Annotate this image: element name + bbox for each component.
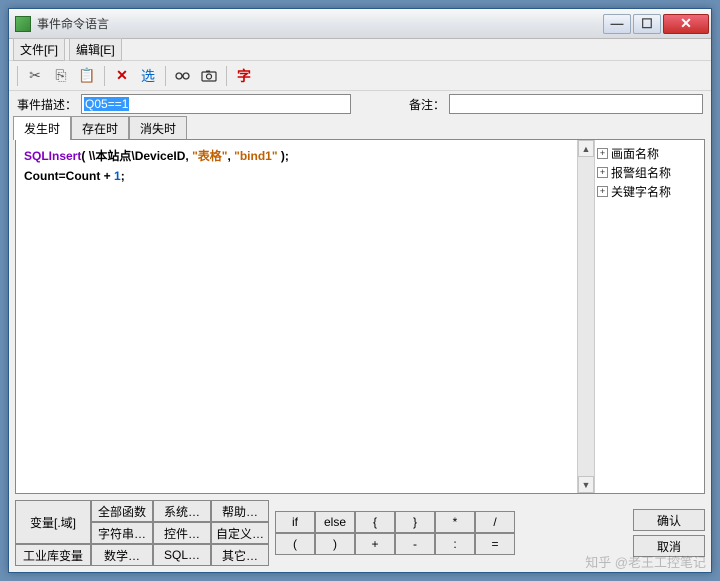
cancel-button[interactable]: 取消 [633, 535, 705, 557]
desc-label: 事件描述： [17, 96, 77, 113]
menu-edit[interactable]: 编辑[E] [69, 38, 122, 61]
op-minus[interactable]: - [395, 533, 435, 555]
menu-file[interactable]: 文件[F] [13, 38, 65, 61]
tab-row: 发生时 存在时 消失时 [9, 117, 711, 139]
tree-item-alarm[interactable]: +报警组名称 [597, 163, 702, 182]
expand-icon[interactable]: + [597, 148, 608, 159]
cat-var-field[interactable]: 变量[.域] [15, 500, 91, 544]
close-button[interactable]: ✕ [663, 14, 709, 34]
tab-on-occur[interactable]: 发生时 [13, 116, 71, 140]
cat-help[interactable]: 帮助… [211, 500, 269, 522]
window-title: 事件命令语言 [37, 15, 601, 32]
tab-on-exist[interactable]: 存在时 [71, 116, 129, 140]
code-editor[interactable]: SQLInsert( \\本站点\DeviceID, "表格", "bind1"… [16, 140, 577, 493]
app-icon [15, 16, 31, 32]
expand-icon[interactable]: + [597, 186, 608, 197]
op-lbrace[interactable]: { [355, 511, 395, 533]
menubar: 文件[F] 编辑[E] [9, 39, 711, 61]
delete-icon[interactable]: ✕ [111, 65, 133, 87]
cat-system[interactable]: 系统… [153, 500, 211, 522]
field-row: 事件描述： Q05==1 备注： [9, 91, 711, 117]
op-eq[interactable]: = [475, 533, 515, 555]
category-grid: 变量[.域] 全部函数 系统… 帮助… 字符串… 控件… 自定义… 工业库变量 … [15, 500, 269, 566]
camera-icon[interactable] [198, 65, 220, 87]
tab-on-disappear[interactable]: 消失时 [129, 116, 187, 140]
cat-control[interactable]: 控件… [153, 522, 211, 544]
op-mul[interactable]: * [435, 511, 475, 533]
op-else[interactable]: else [315, 511, 355, 533]
op-if[interactable]: if [275, 511, 315, 533]
expand-icon[interactable]: + [597, 167, 608, 178]
scroll-up-icon[interactable]: ▲ [578, 140, 594, 157]
toolbar: ✂ ⎘ 📋 ✕ 选 字 [9, 61, 711, 91]
select-button[interactable]: 选 [137, 65, 159, 87]
find-icon[interactable] [172, 65, 194, 87]
app-window: 事件命令语言 — ☐ ✕ 文件[F] 编辑[E] ✂ ⎘ 📋 ✕ 选 字 事件描… [8, 8, 712, 573]
cat-string[interactable]: 字符串… [91, 522, 153, 544]
copy-icon[interactable]: ⎘ [50, 65, 72, 87]
cut-icon[interactable]: ✂ [24, 65, 46, 87]
editor-scrollbar[interactable]: ▲ ▼ [577, 140, 594, 493]
ok-button[interactable]: 确认 [633, 509, 705, 531]
cat-all-func[interactable]: 全部函数 [91, 500, 153, 522]
op-rbrace[interactable]: } [395, 511, 435, 533]
work-area: SQLInsert( \\本站点\DeviceID, "表格", "bind1"… [15, 139, 705, 494]
cat-other[interactable]: 其它… [211, 544, 269, 566]
minimize-button[interactable]: — [603, 14, 631, 34]
cat-custom[interactable]: 自定义… [211, 522, 269, 544]
remark-input[interactable] [449, 94, 703, 114]
paste-icon[interactable]: 📋 [76, 65, 98, 87]
cat-ind-var[interactable]: 工业库变量 [15, 544, 91, 566]
tree-item-screen[interactable]: +画面名称 [597, 144, 702, 163]
cat-math[interactable]: 数学… [91, 544, 153, 566]
titlebar: 事件命令语言 — ☐ ✕ [9, 9, 711, 39]
event-desc-input[interactable]: Q05==1 [81, 94, 351, 114]
font-button[interactable]: 字 [233, 65, 255, 87]
code-fn: SQLInsert [24, 149, 81, 163]
op-plus[interactable]: + [355, 533, 395, 555]
side-tree: +画面名称 +报警组名称 +关键字名称 [594, 140, 704, 493]
bottom-panel: 变量[.域] 全部函数 系统… 帮助… 字符串… 控件… 自定义… 工业库变量 … [9, 494, 711, 572]
maximize-button[interactable]: ☐ [633, 14, 661, 34]
op-lparen[interactable]: ( [275, 533, 315, 555]
scroll-down-icon[interactable]: ▼ [578, 476, 594, 493]
operator-grid: if else { } * / ( ) + - : = [275, 511, 515, 555]
cat-sql[interactable]: SQL… [153, 544, 211, 566]
desc-selection: Q05==1 [84, 97, 129, 111]
op-colon[interactable]: : [435, 533, 475, 555]
remark-label: 备注： [409, 96, 445, 113]
tree-item-keyword[interactable]: +关键字名称 [597, 182, 702, 201]
op-rparen[interactable]: ) [315, 533, 355, 555]
op-div[interactable]: / [475, 511, 515, 533]
